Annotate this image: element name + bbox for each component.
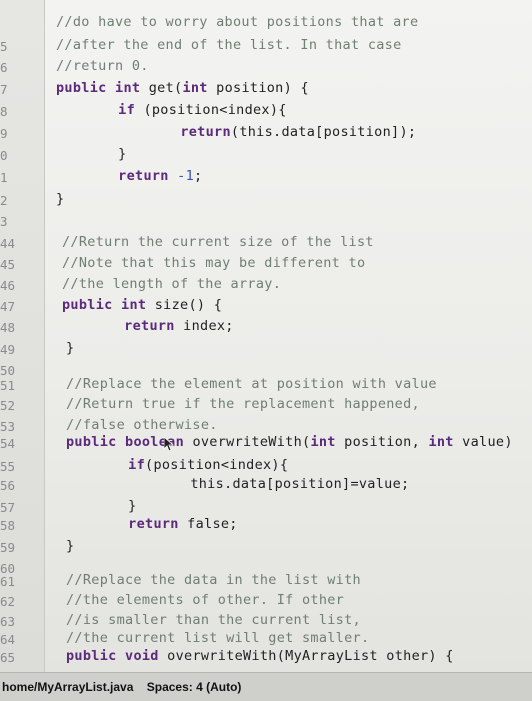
line-number: 49 bbox=[0, 342, 16, 357]
code-comment-line: //after the end of the list. In that cas… bbox=[56, 37, 402, 53]
line-number: 62 bbox=[0, 594, 16, 609]
line-number: 0 bbox=[0, 148, 8, 163]
line-number: 50 bbox=[0, 363, 16, 378]
code-line: } bbox=[66, 340, 75, 356]
line-number: 2 bbox=[0, 193, 8, 208]
code-line: public void overwriteWith(MyArrayList ot… bbox=[66, 648, 454, 664]
code-comment-line: //Return the current size of the list bbox=[62, 234, 374, 250]
code-line: this.data[position]=value; bbox=[190, 476, 410, 492]
code-comment-line: //is smaller than the current list, bbox=[66, 612, 361, 628]
code-comment-line: //the elements of other. If other bbox=[66, 592, 345, 608]
code-comment-line: //Return true if the replacement happene… bbox=[66, 396, 420, 412]
code-comment-line: //the length of the array. bbox=[62, 276, 282, 292]
line-number: 44 bbox=[0, 236, 16, 251]
line-number: 46 bbox=[0, 278, 16, 293]
line-number: 6 bbox=[0, 60, 8, 75]
code-line: } bbox=[66, 538, 75, 554]
status-bar: home/MyArrayList.java Spaces: 4 (Auto) bbox=[0, 672, 532, 701]
line-number: 61 bbox=[0, 574, 16, 589]
line-number: 45 bbox=[0, 257, 16, 272]
code-line: if (position<index){ bbox=[118, 102, 287, 118]
line-number-gutter: 5 6 7 8 9 0 1 2 3 44 45 46 47 48 49 50 51 52 53 54 55 56 57 58 5… bbox=[0, 0, 45, 672]
line-number: 64 bbox=[0, 632, 16, 647]
line-number: 48 bbox=[0, 320, 16, 335]
code-line: return false; bbox=[128, 516, 238, 532]
code-comment-line: //false otherwise. bbox=[66, 417, 218, 433]
code-comment-line: //Replace the data in the list with bbox=[66, 572, 361, 588]
code-comment-line: //Replace the element at position with v… bbox=[66, 376, 437, 392]
code-line: public boolean overwriteWith(int positio… bbox=[66, 434, 513, 450]
line-number: 51 bbox=[0, 378, 16, 393]
line-number: 3 bbox=[0, 214, 8, 229]
code-editor[interactable]: 5 6 7 8 9 0 1 2 3 44 45 46 47 48 49 50 51 52 53 54 55 56 57 58 5… bbox=[0, 0, 532, 672]
code-line: if(position<index){ bbox=[128, 457, 289, 473]
line-number: 59 bbox=[0, 540, 16, 555]
line-number: 47 bbox=[0, 299, 16, 314]
code-line: return index; bbox=[124, 318, 234, 334]
code-line: return -1; bbox=[118, 168, 203, 184]
line-number: 65 bbox=[0, 650, 16, 665]
code-line: } bbox=[56, 191, 65, 207]
line-number: 56 bbox=[0, 478, 16, 493]
line-number: 54 bbox=[0, 436, 16, 451]
code-line: return(this.data[position]); bbox=[180, 124, 417, 140]
line-number: 8 bbox=[0, 104, 8, 119]
line-number: 58 bbox=[0, 518, 16, 533]
line-number: 55 bbox=[0, 459, 16, 474]
code-comment-line: //return 0. bbox=[56, 58, 149, 74]
line-number: 9 bbox=[0, 126, 8, 141]
code-line: public int get(int position) { bbox=[56, 80, 309, 96]
mouse-cursor-icon bbox=[163, 436, 175, 452]
code-comment-line: //do have to worry about positions that … bbox=[56, 14, 419, 30]
line-number: 63 bbox=[0, 614, 16, 629]
line-number: 52 bbox=[0, 398, 16, 413]
line-number: 57 bbox=[0, 500, 16, 515]
code-line: } bbox=[128, 498, 137, 514]
code-comment-line: //the current list will get smaller. bbox=[66, 630, 370, 646]
indent-setting[interactable]: Spaces: 4 (Auto) bbox=[147, 680, 242, 694]
code-line: public int size() { bbox=[62, 297, 223, 313]
line-number: 7 bbox=[0, 82, 8, 97]
code-comment-line: //Note that this may be different to bbox=[62, 255, 366, 271]
file-path[interactable]: home/MyArrayList.java bbox=[2, 680, 133, 694]
line-number: 53 bbox=[0, 419, 16, 434]
code-line: } bbox=[118, 146, 127, 162]
line-number: 5 bbox=[0, 39, 8, 54]
line-number: 1 bbox=[0, 170, 8, 185]
